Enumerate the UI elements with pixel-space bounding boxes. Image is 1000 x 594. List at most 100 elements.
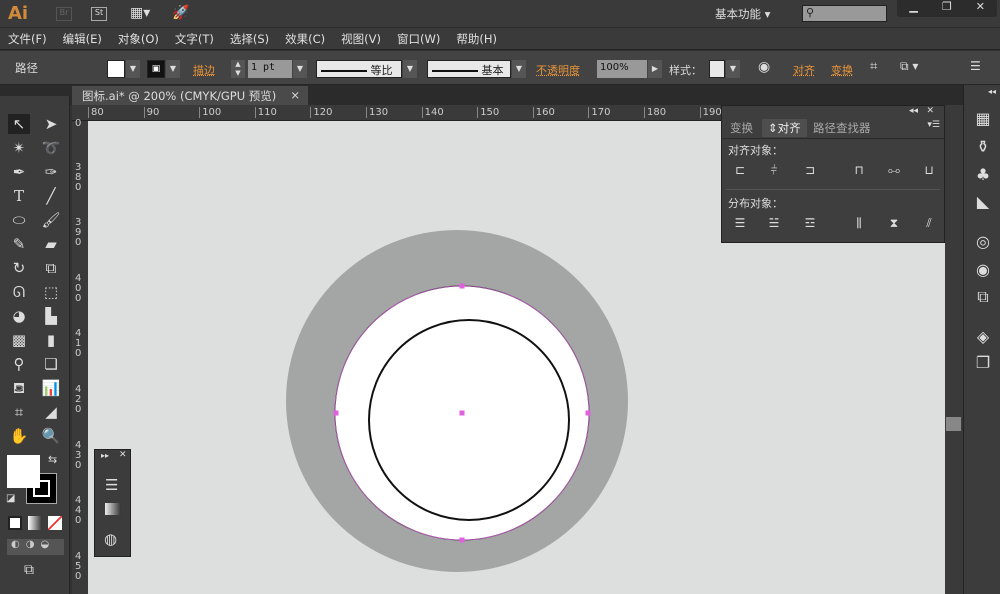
stroke-panel-icon[interactable]: ◣ [972,192,994,214]
menu-window[interactable]: 窗口(W) [389,31,448,47]
align-left-icon[interactable]: ⊏ [730,163,750,181]
vertical-scrollbar[interactable] [945,105,963,594]
distribute-horizontal-center-icon[interactable]: ⧗ [884,216,904,234]
distribute-right-icon[interactable]: ⫽ [919,216,939,234]
graphic-styles-panel-icon[interactable]: ◉ [972,260,994,282]
symbol-sprayer-icon[interactable]: ⛾ [8,378,30,398]
slice-tool-icon[interactable]: ◢ [40,402,62,422]
minimize-button[interactable]: ▁ [897,0,930,17]
free-transform-icon[interactable]: ⬚ [40,282,62,302]
line-tool-icon[interactable]: ╱ [40,186,62,206]
brush-definition[interactable]: 基本 [427,60,511,78]
gradient-panel-icon[interactable] [105,503,121,515]
eyedropper-icon[interactable]: ⚲ [8,354,30,374]
pen-tool-icon[interactable]: ✒ [8,162,30,182]
none-mode-icon[interactable] [48,516,62,530]
transform-link[interactable]: 变换 [831,62,853,78]
align-bottom-icon[interactable]: ⊔ [919,163,939,181]
scroll-thumb[interactable] [946,417,961,431]
arrange-documents-icon[interactable]: ▦▾ [130,5,150,21]
gradient-tool-icon[interactable]: ▮ [40,330,62,350]
stroke-swatch[interactable]: ▣ [147,60,165,78]
warp-tool-icon[interactable]: ᘏ [8,282,30,302]
stroke-label[interactable]: 描边 [193,62,215,78]
menu-view[interactable]: 视图(V) [333,31,389,47]
tab-align[interactable]: ⇕对齐 [762,119,807,137]
stock-button[interactable]: St [91,7,107,21]
hand-tool-icon[interactable]: ✋ [8,426,30,446]
distribute-vertical-center-icon[interactable]: ☱ [764,216,784,234]
mesh-tool-icon[interactable]: ▩ [8,330,30,350]
screen-mode-icon[interactable]: ⧉ [24,562,34,578]
stroke-weight-dropdown[interactable]: ▼ [293,60,307,78]
brushes-panel-icon[interactable]: ⚱ [972,137,994,159]
align-vertical-center-icon[interactable]: ⧟ [884,163,904,181]
curvature-tool-icon[interactable]: ✑ [40,162,62,182]
type-tool-icon[interactable]: T [8,186,30,206]
lasso-icon[interactable]: ➰ [40,138,62,158]
graphic-style-swatch[interactable] [709,60,725,78]
stroke-weight-input[interactable]: 1 pt [248,60,292,78]
search-input[interactable]: ⚲ [802,5,887,22]
scale-tool-icon[interactable]: ⧉ [40,258,62,278]
select-similar-icon[interactable]: ⧉ ▾ [900,59,918,74]
symbols-panel-icon[interactable]: ♣ [972,165,994,187]
stroke-weight-stepper[interactable]: ▲ ▼ [231,60,245,78]
stroke-panel-icon[interactable]: ☰ [105,476,118,494]
fill-swatch[interactable] [107,60,125,78]
fill-dropdown[interactable]: ▼ [126,60,140,78]
layers-panel-icon[interactable]: ◈ [972,327,994,349]
default-colors-icon[interactable]: ◪ [6,493,15,504]
menu-effect[interactable]: 效果(C) [277,31,333,47]
menu-help[interactable]: 帮助(H) [448,31,505,47]
transparency-panel-icon[interactable]: ⧉ [972,287,994,309]
gpu-performance-icon[interactable]: 🚀 [172,5,189,21]
appearance-panel-icon[interactable]: ◎ [972,232,994,254]
perspective-grid-icon[interactable]: ▙ [40,306,62,326]
control-panel-menu-icon[interactable]: ☰ [970,59,981,73]
shape-builder-icon[interactable]: ◕ [8,306,30,326]
selection-tool-icon[interactable]: ↖ [8,114,30,134]
opacity-input[interactable]: 100% [597,60,647,78]
brush-dropdown[interactable]: ▼ [512,60,526,78]
column-graph-icon[interactable]: 📊 [40,378,62,398]
menu-file[interactable]: 文件(F) [0,31,55,47]
bridge-button[interactable]: Br [56,7,72,21]
close-button[interactable]: ✕ [964,0,997,17]
distribute-top-icon[interactable]: ☰ [730,216,750,234]
close-panel-icon[interactable]: ✕ [926,106,934,116]
eraser-icon[interactable]: ▰ [40,234,62,254]
magic-wand-icon[interactable]: ✴ [8,138,30,158]
paintbrush-icon[interactable]: 🖌 [40,210,62,230]
swatches-panel-icon[interactable]: ▦ [972,109,994,131]
rotate-tool-icon[interactable]: ↻ [8,258,30,278]
isolate-icon[interactable]: ⌗ [870,59,877,74]
align-right-icon[interactable]: ⊐ [800,163,820,181]
artboard-tool-icon[interactable]: ⌗ [8,402,30,422]
collapse-panel-icon[interactable]: ◂◂ [909,106,918,116]
menu-edit[interactable]: 编辑(E) [55,31,110,47]
swap-colors-icon[interactable]: ⇆ [48,453,57,466]
stroke-dropdown[interactable]: ▼ [166,60,180,78]
align-link[interactable]: 对齐 [793,62,815,78]
profile-dropdown[interactable]: ▼ [403,60,417,78]
blend-tool-icon[interactable]: ❏ [40,354,62,374]
distribute-left-icon[interactable]: ⫼ [849,216,869,234]
zoom-tool-icon[interactable]: 🔍 [40,426,62,446]
panel-menu-icon[interactable]: ▾☰ [927,120,940,130]
menu-select[interactable]: 选择(S) [222,31,277,47]
align-horizontal-center-icon[interactable]: ⫩ [764,163,784,181]
transparency-panel-icon[interactable]: ◍ [104,530,117,548]
drawing-modes-icon[interactable]: ◐◑◒ [7,539,64,555]
menu-object[interactable]: 对象(O) [110,31,167,47]
opacity-label[interactable]: 不透明度 [536,62,580,78]
color-mode-icon[interactable] [8,516,22,530]
menu-type[interactable]: 文字(T) [167,31,222,47]
gradient-mode-icon[interactable] [28,516,42,530]
distribute-bottom-icon[interactable]: ☲ [800,216,820,234]
document-tab[interactable]: 图标.ai* @ 200% (CMYK/GPU 预览) × [72,86,308,105]
expand-dock-icon[interactable]: ◂◂ [988,87,996,96]
fill-color-box[interactable] [7,455,40,488]
style-dropdown[interactable]: ▼ [726,60,740,78]
tab-transform[interactable]: 变换 [724,119,759,137]
